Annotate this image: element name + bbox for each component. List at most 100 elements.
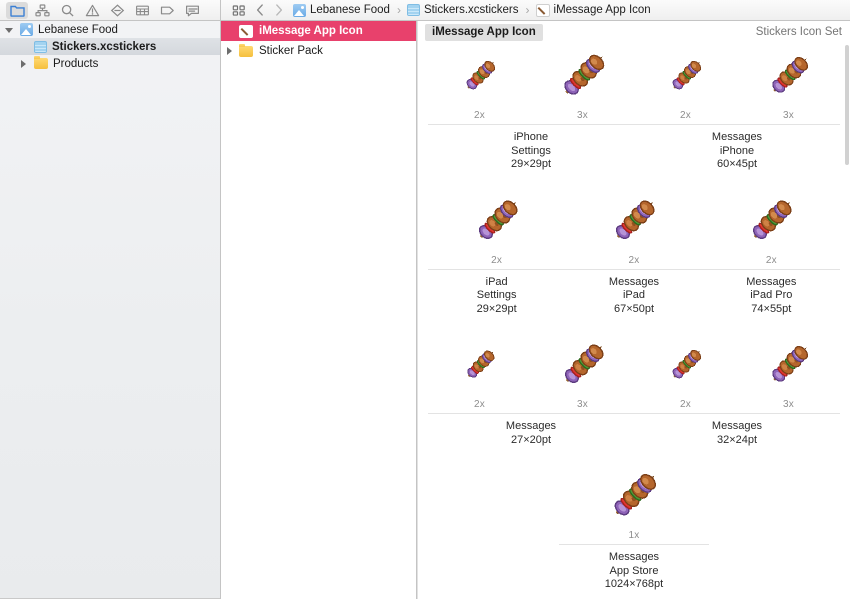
breadcrumb-label: Stickers.xcstickers	[423, 4, 519, 16]
breakpoint-navigator-button[interactable]	[156, 2, 178, 19]
disclosure-cell[interactable]	[0, 25, 20, 35]
folder-icon	[9, 5, 25, 17]
breadcrumb-separator: ›	[525, 3, 530, 17]
grid-icon	[135, 5, 149, 15]
row-spacer	[428, 592, 840, 599]
icon-slot[interactable]: 3x	[737, 43, 840, 124]
icon-slot[interactable]: 2x	[428, 188, 565, 269]
asset-item-label: iMessage App Icon	[259, 25, 363, 37]
icon-size-label: 29×29pt	[476, 302, 517, 315]
editor-vertical-scrollbar[interactable]	[845, 43, 850, 599]
icon-thumbnail[interactable]	[737, 332, 840, 398]
issue-navigator-button[interactable]	[81, 2, 103, 19]
icon-slot-caption: Messages iPhone 60×45pt	[634, 124, 840, 172]
project-navigator[interactable]: Lebanese Food Stickers.xcstickers Products	[0, 21, 221, 599]
scale-factor-label: 2x	[680, 399, 691, 410]
icon-slot-caption: Messages iPad Pro 74×55pt	[702, 268, 840, 317]
icon-slot-grid[interactable]: 2x 3x 2x 3x iPhone Settings 29×29pt Messages iPh…	[418, 43, 850, 599]
icon-slot[interactable]: 2x	[634, 332, 737, 413]
icon-thumbnail[interactable]	[634, 43, 737, 109]
icon-target-label: iPad Pro	[750, 289, 793, 301]
icon-slot[interactable]: 2x	[565, 188, 702, 269]
icon-thumbnail[interactable]	[737, 43, 840, 109]
icon-slot[interactable]: 3x	[737, 332, 840, 413]
icon-slot-caption: Messages 32×24pt	[634, 413, 840, 447]
source-control-navigator-button[interactable]	[31, 2, 53, 19]
tag-icon	[160, 6, 174, 14]
main-split-view: Lebanese Food Stickers.xcstickers Products…	[0, 21, 850, 599]
kebab-skewer-icon	[771, 57, 808, 93]
icon-thumbnail[interactable]	[703, 188, 840, 254]
disclosure-triangle-closed-icon[interactable]	[225, 46, 235, 56]
disclosure-cell[interactable]	[221, 46, 239, 56]
row-spacer	[428, 447, 840, 463]
navigator-selector-bar	[0, 0, 221, 20]
icon-size-label: 32×24pt	[716, 433, 758, 446]
icon-thumbnail[interactable]	[634, 332, 737, 398]
test-navigator-button[interactable]	[106, 2, 128, 19]
scale-factor-label: 2x	[680, 110, 691, 121]
kebab-skewer-icon	[466, 60, 495, 90]
asset-catalog-list[interactable]: iMessage App Icon Sticker Pack	[221, 21, 417, 599]
scale-factor-label: 2x	[491, 254, 503, 266]
slot-row: 2x 3x 2x 3x	[428, 43, 840, 124]
asset-item-label: Sticker Pack	[259, 45, 323, 57]
icon-target-label: Messages	[711, 420, 763, 432]
icon-slot[interactable]: 2x	[703, 188, 840, 269]
icon-target-label: Messages	[711, 131, 763, 143]
disclosure-triangle-open-icon[interactable]	[5, 25, 15, 35]
asset-catalog-items: iMessage App Icon Sticker Pack	[221, 21, 416, 61]
asset-item-imessage-app-icon[interactable]: iMessage App Icon	[221, 21, 416, 41]
row-spacer	[428, 172, 840, 188]
icon-thumbnail[interactable]	[531, 332, 634, 398]
xcassets-icon	[406, 4, 420, 16]
find-navigator-button[interactable]	[56, 2, 78, 19]
disclosure-triangle-closed-icon[interactable]	[19, 59, 29, 69]
disclosure-cell[interactable]	[221, 26, 239, 36]
icon-size-label: 1024×768pt	[604, 578, 664, 590]
icon-slot[interactable]: 1x	[559, 463, 709, 544]
project-navigator-button[interactable]	[6, 1, 28, 19]
kebab-skewer-icon	[753, 199, 792, 239]
breadcrumb-item-project[interactable]: Lebanese Food	[292, 3, 391, 17]
icon-thumbnail[interactable]	[428, 188, 565, 254]
forward-button[interactable]	[269, 1, 288, 19]
caption-row: iPad Settings 29×29pt Messages iPad 67×50pt Me…	[428, 268, 840, 317]
icon-target-label: App Store	[609, 564, 659, 577]
xcassets-icon	[34, 40, 47, 53]
row-spacer	[428, 316, 840, 332]
navigator-item-lebanese-food[interactable]: Lebanese Food	[0, 21, 220, 38]
kebab-skewer-icon	[614, 473, 657, 516]
xcode-window: Lebanese Food › Stickers.xcstickers › iM…	[0, 0, 850, 599]
navigator-item-label: Stickers.xcstickers	[52, 40, 157, 53]
icon-target-label: Settings	[476, 289, 517, 301]
icon-slot[interactable]: 2x	[634, 43, 737, 124]
asset-item-sticker-pack[interactable]: Sticker Pack	[221, 41, 416, 61]
icon-slot[interactable]: 3x	[531, 43, 634, 124]
icon-slot-caption: Messages 27×20pt	[428, 413, 634, 447]
icon-slot[interactable]: 2x	[428, 43, 531, 124]
icon-thumbnail[interactable]	[428, 43, 531, 109]
icon-thumbnail[interactable]	[531, 43, 634, 109]
icon-target-label: iPad	[622, 289, 645, 301]
back-button[interactable]	[250, 1, 269, 19]
scale-factor-label: 2x	[765, 254, 777, 266]
icon-slot[interactable]: 2x	[428, 332, 531, 413]
debug-navigator-button[interactable]	[131, 2, 153, 19]
icon-thumbnail[interactable]	[565, 188, 702, 254]
icon-thumbnail[interactable]	[559, 463, 709, 529]
report-navigator-button[interactable]	[181, 2, 203, 19]
navigator-item-stickers-xcstickers[interactable]: Stickers.xcstickers	[0, 38, 220, 55]
breadcrumb-item-xcstickers[interactable]: Stickers.xcstickers	[406, 4, 520, 16]
disclosure-cell[interactable]	[14, 59, 34, 69]
caption-row: Messages 27×20pt Messages 32×24pt	[428, 413, 840, 447]
icon-slot[interactable]: 3x	[531, 332, 634, 413]
related-items-button[interactable]	[228, 4, 250, 17]
breadcrumb-item-imessage-app-icon[interactable]: iMessage App Icon	[535, 3, 652, 17]
icon-size-label: 67×50pt	[613, 302, 655, 315]
navigator-item-products[interactable]: Products	[0, 55, 220, 72]
scrollbar-thumb[interactable]	[845, 45, 849, 165]
disclosure-cell[interactable]	[14, 42, 34, 52]
diamond-icon	[110, 3, 124, 17]
icon-thumbnail[interactable]	[428, 332, 531, 398]
